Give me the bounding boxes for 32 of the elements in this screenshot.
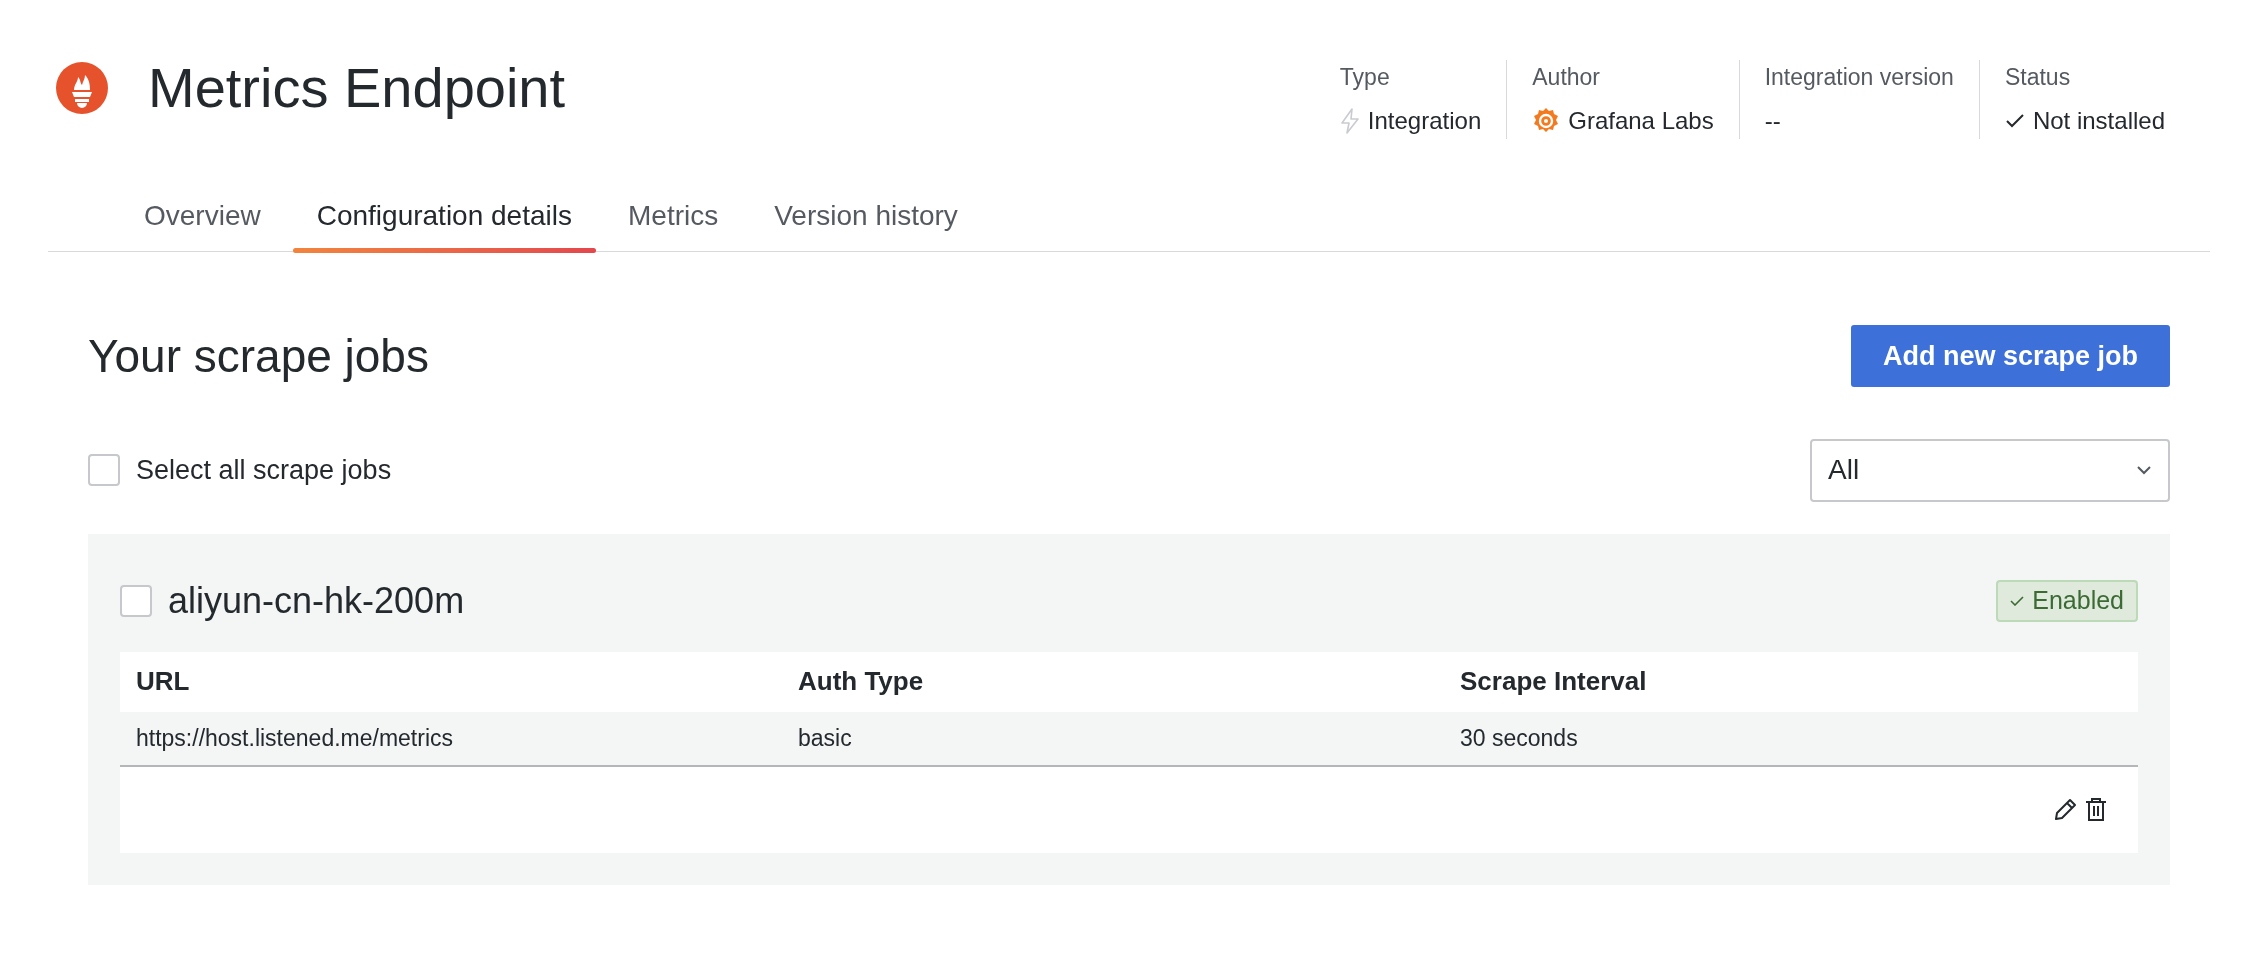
table-cell-text: https://host.listened.me/metrics xyxy=(136,723,454,753)
chevron-down-icon xyxy=(2136,465,2152,475)
tab[interactable]: Overview xyxy=(120,194,285,251)
pencil-icon[interactable] xyxy=(2052,796,2078,823)
meta-label: Author xyxy=(1532,63,1601,92)
tab[interactable]: Metrics xyxy=(604,194,743,251)
trash-icon[interactable] xyxy=(2084,796,2108,823)
tab[interactable]: Version history xyxy=(750,194,982,251)
filter-dropdown[interactable]: All xyxy=(1810,438,2170,502)
meta-label: Integration version xyxy=(1764,63,1954,92)
status-badge: Enabled xyxy=(1996,579,2138,622)
meta-value: Grafana Labs xyxy=(1568,105,1714,136)
meta-value: Integration xyxy=(1367,105,1482,136)
column-header: Auth Type xyxy=(798,665,925,698)
column-header: Scrape Interval xyxy=(1460,665,1648,698)
meta-value: Not installed xyxy=(2032,105,2165,136)
job-name: aliyun-cn-hk-200m xyxy=(168,578,465,623)
checkbox[interactable] xyxy=(120,584,152,617)
meta-value: -- xyxy=(1764,105,1781,136)
check-icon xyxy=(2004,112,2025,129)
section-title: Your scrape jobs xyxy=(88,328,429,384)
add-scrape-job-button[interactable]: Add new scrape job xyxy=(1850,325,2170,387)
flame-logo-icon xyxy=(56,62,108,114)
meta-label: Type xyxy=(1339,63,1391,92)
tab[interactable]: Configuration details xyxy=(292,194,596,251)
lightning-icon xyxy=(1339,107,1360,134)
checkbox[interactable] xyxy=(88,454,120,486)
table-cell-text: 30 seconds xyxy=(1460,723,1579,753)
meta-label: Status xyxy=(2004,63,2072,92)
column-header: URL xyxy=(136,665,191,698)
table-cell-text: basic xyxy=(798,723,853,753)
select-all-label[interactable]: Select all scrape jobs xyxy=(136,449,392,491)
